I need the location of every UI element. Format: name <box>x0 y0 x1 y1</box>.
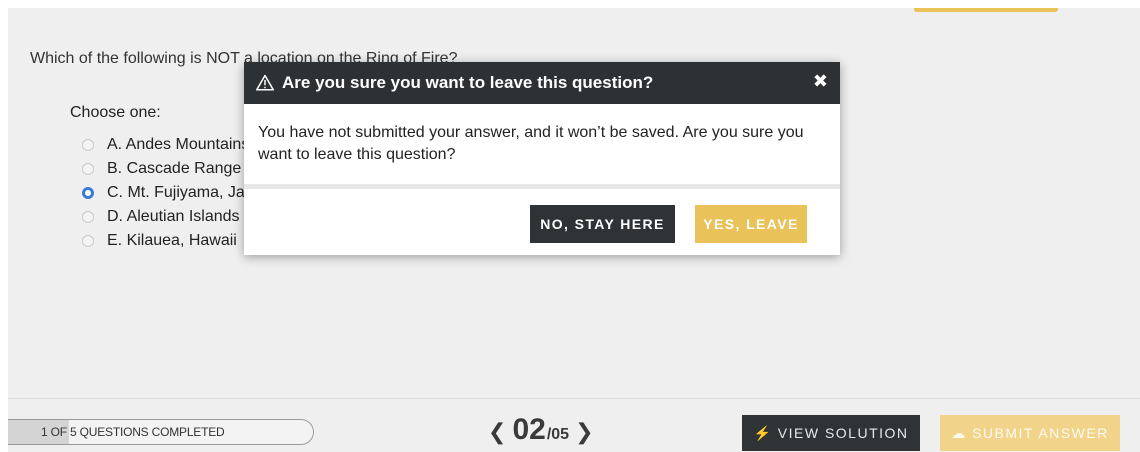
dialog-title: Are you sure you want to leave this ques… <box>282 73 654 92</box>
leave-button[interactable]: YES, LEAVE <box>695 205 807 243</box>
warning-triangle-icon <box>256 74 274 91</box>
dialog-message: You have not submitted your answer, and … <box>258 124 804 163</box>
close-icon[interactable]: ✖ <box>813 71 828 92</box>
modal-overlay: Are you sure you want to leave this ques… <box>0 0 1140 452</box>
leave-confirmation-dialog: Are you sure you want to leave this ques… <box>244 62 840 255</box>
dialog-body: You have not submitted your answer, and … <box>244 104 840 243</box>
dialog-header: Are you sure you want to leave this ques… <box>244 62 840 104</box>
dialog-divider <box>244 184 840 189</box>
stay-here-button[interactable]: NO, STAY HERE <box>530 205 675 243</box>
